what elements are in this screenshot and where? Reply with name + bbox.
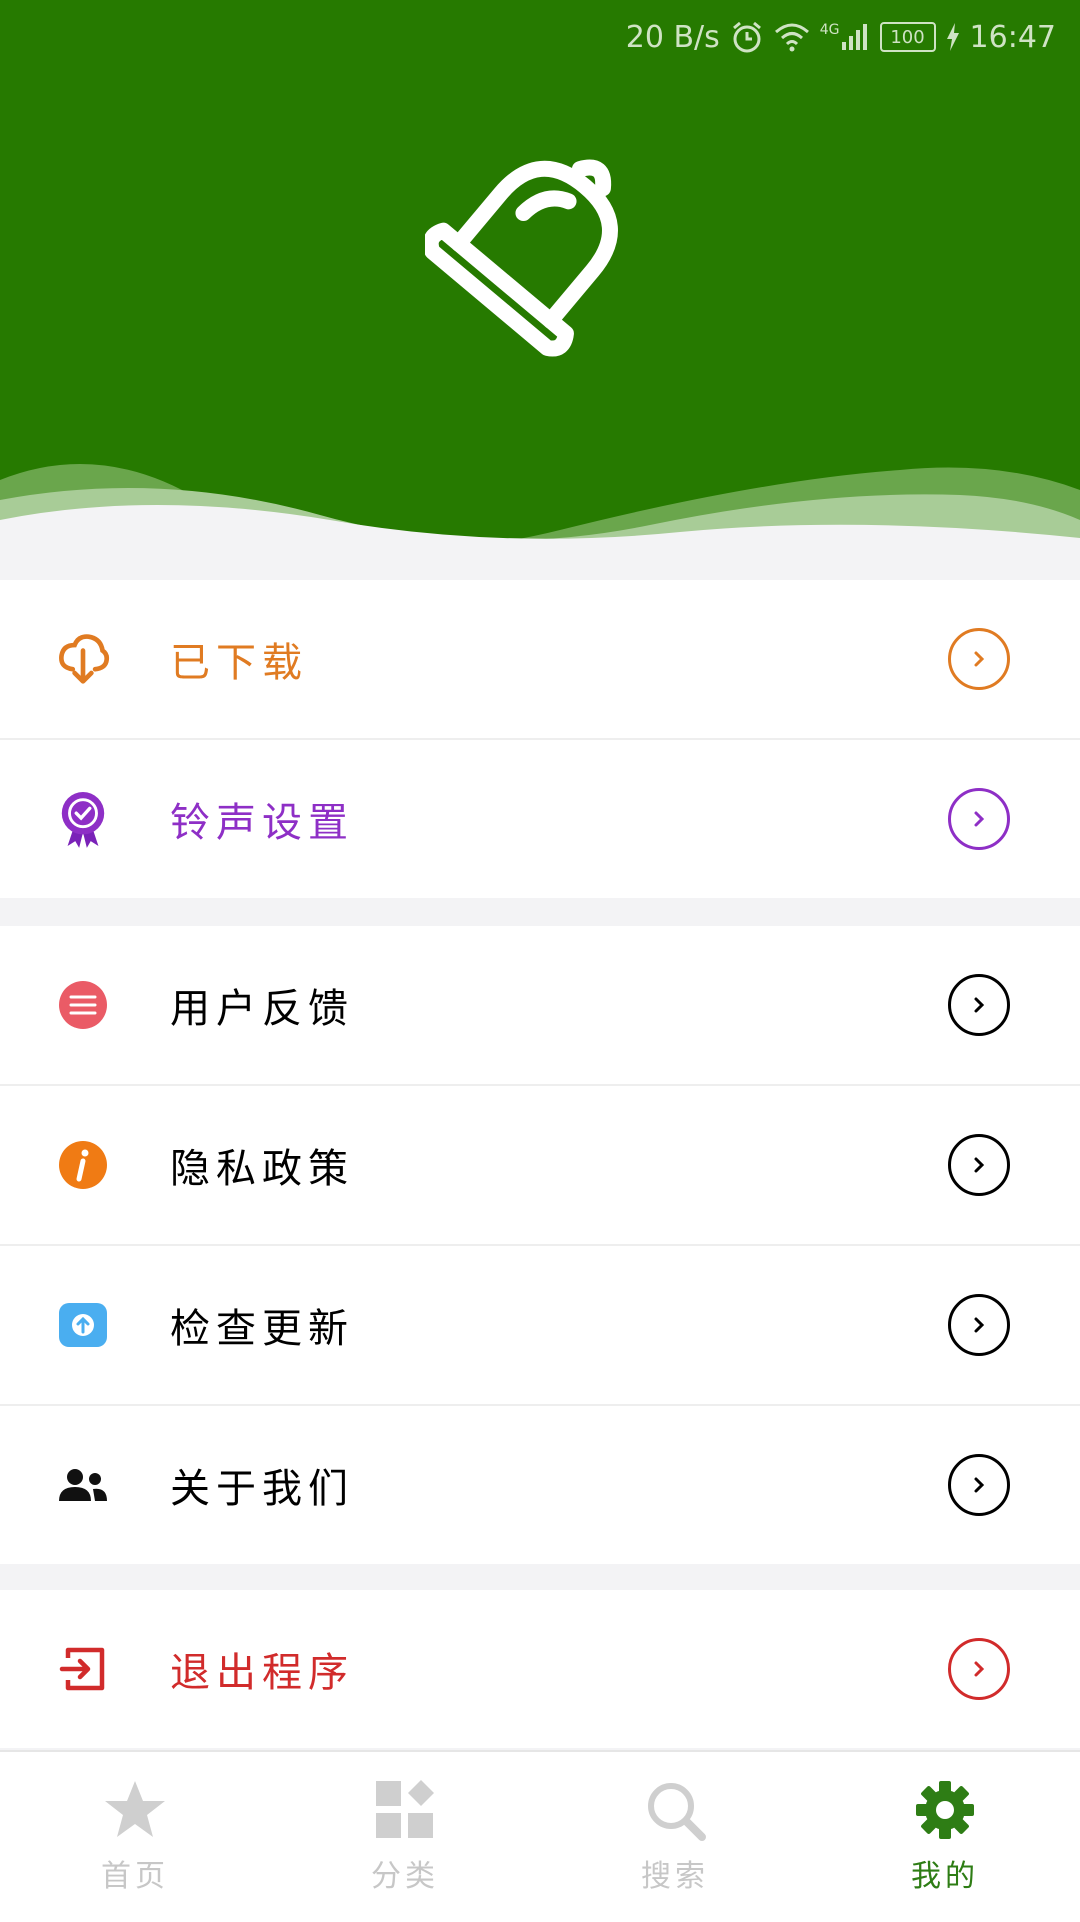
profile-header: 20 B/s 4G 100 16:47 bbox=[0, 0, 1080, 580]
wifi-icon bbox=[774, 22, 810, 52]
menu-label-check-update: 检查更新 bbox=[170, 1306, 354, 1352]
network-speed: 20 B/s bbox=[625, 19, 720, 55]
alarm-icon bbox=[730, 20, 764, 54]
exit-icon bbox=[56, 1642, 110, 1696]
battery-level: 100 bbox=[890, 26, 925, 48]
chevron-right-icon bbox=[948, 1134, 1010, 1196]
menu-item-feedback[interactable]: 用户反馈 bbox=[0, 926, 1080, 1086]
star-icon bbox=[103, 1779, 167, 1845]
menu-item-check-update[interactable]: 检查更新 bbox=[0, 1246, 1080, 1406]
chevron-right-icon bbox=[948, 1454, 1010, 1516]
tab-label-categories: 分类 bbox=[371, 1859, 439, 1894]
signal-icon: 4G bbox=[820, 22, 870, 52]
menu-label-downloaded: 已下载 bbox=[170, 640, 308, 686]
tab-home[interactable]: 首页 bbox=[45, 1752, 225, 1922]
tab-label-search: 搜索 bbox=[641, 1859, 709, 1894]
battery-indicator: 100 bbox=[879, 22, 936, 52]
people-icon bbox=[56, 1458, 110, 1512]
menu-label-about-us: 关于我们 bbox=[170, 1466, 354, 1512]
search-icon bbox=[644, 1779, 706, 1845]
network-type: 4G bbox=[819, 22, 840, 38]
grid-icon bbox=[374, 1779, 436, 1845]
menu-group-general: 用户反馈 隐私政策 检查更新 关于我们 bbox=[0, 926, 1080, 1564]
chevron-right-icon bbox=[948, 788, 1010, 850]
menu-group-exit: 退出程序 bbox=[0, 1590, 1080, 1748]
menu-label-ringtone-settings: 铃声设置 bbox=[170, 800, 354, 846]
menu-label-exit: 退出程序 bbox=[170, 1650, 354, 1696]
header-waves bbox=[0, 464, 1080, 580]
badge-check-icon bbox=[56, 792, 110, 848]
menu-item-exit[interactable]: 退出程序 bbox=[0, 1590, 1080, 1748]
tab-label-mine: 我的 bbox=[911, 1859, 979, 1894]
chevron-right-icon bbox=[948, 628, 1010, 690]
bell-icon bbox=[422, 120, 655, 360]
menu-item-about-us[interactable]: 关于我们 bbox=[0, 1406, 1080, 1564]
tab-categories[interactable]: 分类 bbox=[315, 1752, 495, 1922]
chat-bubble-icon bbox=[56, 978, 110, 1032]
info-icon bbox=[56, 1138, 110, 1192]
menu-item-downloaded[interactable]: 已下载 bbox=[0, 580, 1080, 740]
gear-icon bbox=[914, 1779, 976, 1845]
charging-icon bbox=[946, 23, 960, 51]
menu-label-feedback: 用户反馈 bbox=[170, 986, 354, 1032]
bottom-tab-bar: 首页 分类 搜索 我的 bbox=[0, 1750, 1080, 1922]
cloud-download-icon bbox=[56, 632, 110, 686]
menu-group-downloads: 已下载 铃声设置 bbox=[0, 580, 1080, 898]
chevron-right-icon bbox=[948, 974, 1010, 1036]
menu-item-privacy-policy[interactable]: 隐私政策 bbox=[0, 1086, 1080, 1246]
upload-icon bbox=[56, 1298, 110, 1352]
chevron-right-icon bbox=[948, 1294, 1010, 1356]
tab-mine[interactable]: 我的 bbox=[855, 1752, 1035, 1922]
tab-label-home: 首页 bbox=[101, 1859, 169, 1894]
clock: 16:47 bbox=[969, 19, 1056, 55]
tab-search[interactable]: 搜索 bbox=[585, 1752, 765, 1922]
menu-label-privacy-policy: 隐私政策 bbox=[170, 1146, 354, 1192]
status-bar: 20 B/s 4G 100 16:47 bbox=[626, 14, 1056, 60]
menu-item-ringtone-settings[interactable]: 铃声设置 bbox=[0, 740, 1080, 898]
chevron-right-icon bbox=[948, 1638, 1010, 1700]
